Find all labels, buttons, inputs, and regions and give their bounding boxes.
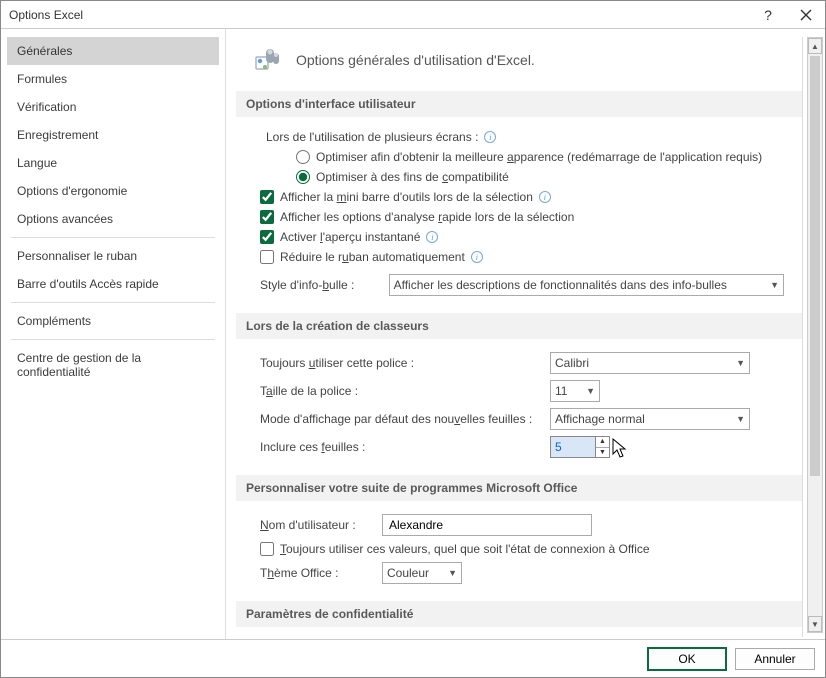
info-icon[interactable]: i	[426, 231, 438, 243]
sidebar-item-verification[interactable]: Vérification	[7, 93, 219, 121]
font-size-select[interactable]: 11▼	[550, 380, 600, 402]
info-icon[interactable]: i	[539, 191, 551, 203]
default-view-label: Mode d'affichage par défaut des nouvelle…	[260, 412, 540, 426]
scrollbar-thumb[interactable]	[810, 56, 820, 476]
checkbox-always-use-label: Toujours utiliser ces valeurs, quel que …	[280, 542, 650, 556]
checkbox-live-preview[interactable]	[260, 230, 274, 244]
info-icon[interactable]: i	[471, 251, 483, 263]
cancel-button[interactable]: Annuler	[735, 648, 815, 670]
radio-optimize-compat[interactable]	[296, 170, 310, 184]
sheet-count-spinner[interactable]: ▲▼	[550, 436, 610, 458]
sidebar-item-avancees[interactable]: Options avancées	[7, 205, 219, 233]
section-workbook-create: Lors de la création de classeurs	[236, 313, 802, 339]
sidebar-item-ergonomie[interactable]: Options d'ergonomie	[7, 177, 219, 205]
checkbox-quick-analysis[interactable]	[260, 210, 274, 224]
checkbox-mini-toolbar-label: Afficher la mini barre d'outils lors de …	[280, 190, 533, 204]
chevron-down-icon: ▼	[448, 568, 457, 578]
sidebar-item-generales[interactable]: Générales	[7, 37, 219, 65]
username-label: Nom d'utilisateur :	[260, 518, 372, 532]
username-input[interactable]	[382, 514, 592, 536]
section-personalize: Personnaliser votre suite de programmes …	[236, 475, 802, 501]
radio-optimize-display-label: Optimiser afin d'obtenir la meilleure ap…	[316, 150, 762, 164]
mouse-cursor-icon	[612, 438, 628, 460]
spin-down-button[interactable]: ▼	[596, 448, 609, 458]
sheet-count-input[interactable]	[551, 437, 595, 457]
office-theme-select[interactable]: Couleur▼	[382, 562, 462, 584]
sidebar-item-complements[interactable]: Compléments	[7, 307, 219, 335]
checkbox-quick-analysis-label: Afficher les options d'analyse rapide lo…	[280, 210, 574, 224]
checkbox-always-use-values[interactable]	[260, 542, 274, 556]
office-theme-label: Thème Office :	[260, 566, 372, 580]
font-size-label: Taille de la police :	[260, 384, 540, 398]
default-view-select[interactable]: Affichage normal▼	[550, 408, 750, 430]
close-button[interactable]	[787, 1, 825, 29]
close-icon	[800, 9, 812, 21]
options-content-pane: Options générales d'utilisation d'Excel.…	[236, 37, 803, 637]
chevron-down-icon: ▼	[770, 280, 779, 290]
sidebar-item-ruban[interactable]: Personnaliser le ruban	[7, 242, 219, 270]
section-ui-options: Options d'interface utilisateur	[236, 91, 802, 117]
default-font-label: Toujours utiliser cette police :	[260, 356, 540, 370]
ok-button[interactable]: OK	[647, 647, 727, 671]
spin-up-button[interactable]: ▲	[596, 437, 609, 448]
checkbox-collapse-ribbon[interactable]	[260, 250, 274, 264]
chevron-down-icon: ▼	[736, 414, 745, 424]
sidebar-item-formules[interactable]: Formules	[7, 65, 219, 93]
multi-monitor-label: Lors de l'utilisation de plusieurs écran…	[266, 130, 478, 144]
sidebar-item-quickaccess[interactable]: Barre d'outils Accès rapide	[7, 270, 219, 298]
scroll-down-button[interactable]: ▼	[808, 616, 822, 632]
sheet-count-label: Inclure ces feuilles :	[260, 440, 540, 454]
page-title: Options générales d'utilisation d'Excel.	[296, 52, 535, 68]
sidebar-item-enregistrement[interactable]: Enregistrement	[7, 121, 219, 149]
chevron-down-icon: ▼	[586, 386, 595, 396]
chevron-down-icon: ▼	[736, 358, 745, 368]
default-font-select[interactable]: Calibri▼	[550, 352, 750, 374]
checkbox-live-preview-label: Activer l'aperçu instantané	[280, 230, 420, 244]
radio-optimize-display[interactable]	[296, 150, 310, 164]
section-privacy: Paramètres de confidentialité	[236, 601, 802, 627]
general-options-icon	[250, 43, 284, 77]
screentip-style-label: Style d'info-bulle :	[260, 278, 379, 292]
window-title: Options Excel	[9, 8, 749, 22]
scroll-up-button[interactable]: ▲	[808, 38, 822, 54]
vertical-scrollbar[interactable]: ▲ ▼	[807, 37, 823, 633]
sidebar-item-trustcenter[interactable]: Centre de gestion de la confidentialité	[7, 344, 219, 386]
category-sidebar: Générales Formules Vérification Enregist…	[1, 29, 226, 639]
info-icon[interactable]: i	[484, 131, 496, 143]
screentip-style-select[interactable]: Afficher les descriptions de fonctionnal…	[389, 274, 784, 296]
help-button[interactable]: ?	[749, 1, 787, 29]
checkbox-collapse-ribbon-label: Réduire le ruban automatiquement	[280, 250, 465, 264]
checkbox-mini-toolbar[interactable]	[260, 190, 274, 204]
sidebar-item-langue[interactable]: Langue	[7, 149, 219, 177]
radio-optimize-compat-label: Optimiser à des fins de compatibilité	[316, 170, 509, 184]
